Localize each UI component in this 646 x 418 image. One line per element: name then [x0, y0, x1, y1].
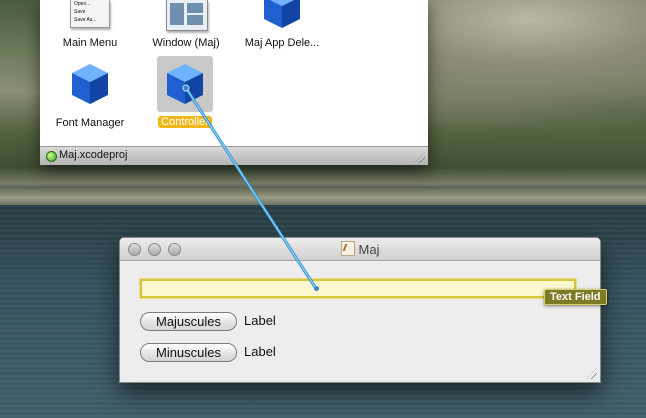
blue-cube-icon: [264, 0, 300, 28]
blue-cube-icon: [167, 64, 203, 104]
object-label: Main Menu: [62, 37, 118, 49]
majuscules-label: Label: [244, 313, 276, 328]
window-title-text: Maj: [358, 242, 380, 257]
resize-grip-icon[interactable]: [414, 152, 425, 163]
maj-window[interactable]: Maj Majuscules Label Minuscules Label: [119, 237, 601, 383]
menu-line: Open...: [74, 1, 91, 7]
text-field[interactable]: [139, 278, 577, 299]
minuscules-label: Label: [244, 344, 276, 359]
object-label: Maj App Dele...: [244, 37, 320, 49]
title-bar[interactable]: Maj: [120, 238, 600, 261]
connection-endpoint: [314, 286, 319, 291]
menu-line: Save: [74, 9, 86, 15]
nib-document-window[interactable]: Open... Save Save As... Main Menu Window…: [40, 0, 428, 165]
blue-cube-icon: [72, 64, 108, 104]
object-label: Window (Maj): [152, 37, 220, 49]
window-thumbnail: [166, 0, 208, 31]
connection-target-tag: Text Field: [544, 289, 607, 305]
status-dot-icon: [46, 151, 57, 162]
document-icon: [340, 241, 355, 256]
minuscules-button[interactable]: Minuscules: [140, 343, 237, 362]
main-menu-thumbnail: Open... Save Save As...: [70, 0, 110, 28]
window-title: Maj: [120, 241, 600, 257]
resize-grip-icon[interactable]: [586, 368, 597, 379]
project-name: Maj.xcodeproj: [59, 149, 128, 161]
object-label: Font Manager: [55, 117, 125, 129]
status-bar: Maj.xcodeproj: [40, 146, 428, 165]
majuscules-button[interactable]: Majuscules: [140, 312, 237, 331]
menu-line: Save As...: [74, 17, 97, 23]
object-label-selected: Controller: [158, 116, 212, 128]
